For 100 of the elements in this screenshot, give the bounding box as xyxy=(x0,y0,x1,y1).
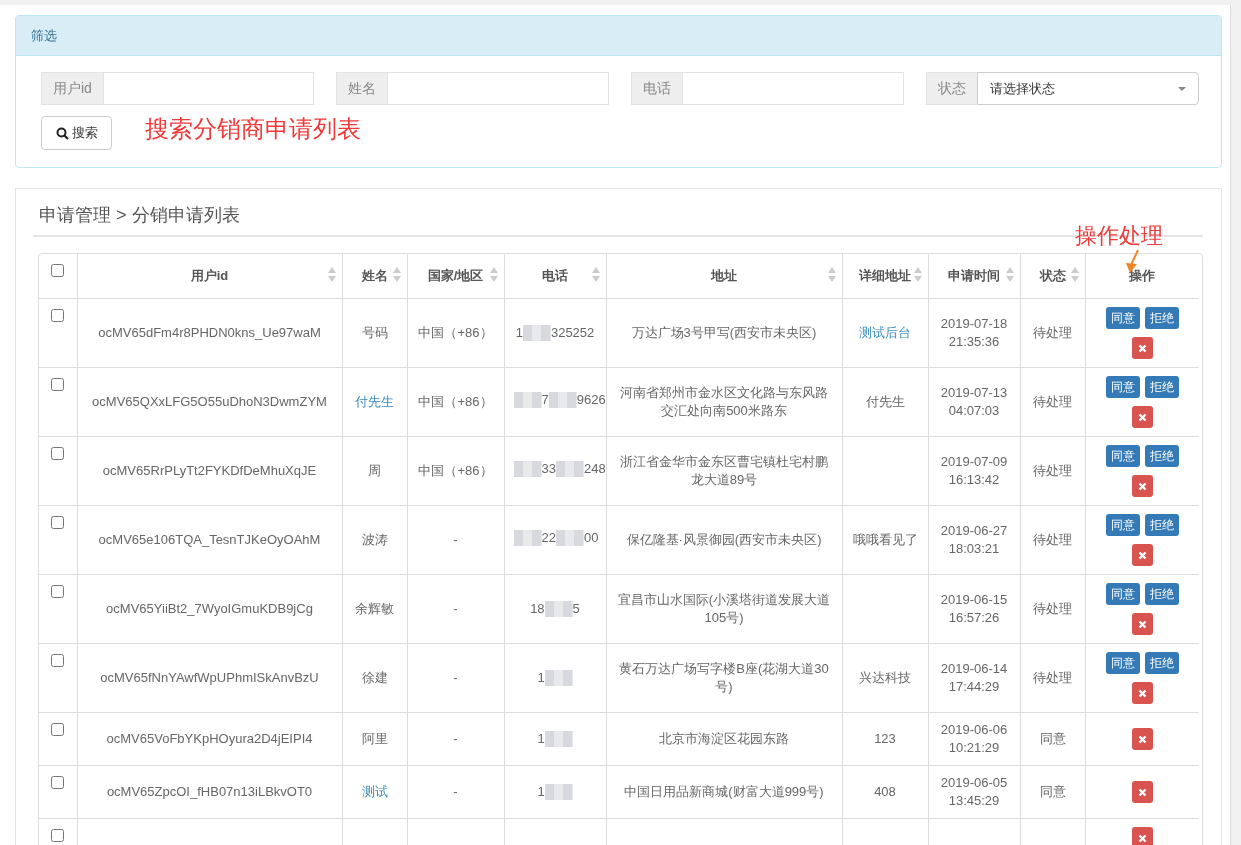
input-field[interactable] xyxy=(682,72,904,105)
row-checkbox[interactable] xyxy=(51,516,65,529)
reject-button[interactable]: 拒绝 xyxy=(1144,445,1179,467)
row-checkbox[interactable] xyxy=(51,378,65,391)
field-label: 姓名 xyxy=(336,72,387,105)
user-id-text: ocMV65ZpcOI_fHB07n13iLBkvOT0 xyxy=(106,784,313,799)
region-text: - xyxy=(453,601,458,616)
row-checkbox[interactable] xyxy=(51,309,65,322)
close-icon xyxy=(1137,734,1147,744)
detail-address-link[interactable]: 测试后台 xyxy=(859,325,911,340)
region-text: 中国（+86） xyxy=(418,394,493,409)
agree-button[interactable]: 同意 xyxy=(1105,583,1140,605)
status-text: 同意 xyxy=(1039,784,1066,799)
delete-button[interactable] xyxy=(1131,475,1153,497)
reject-button[interactable]: 拒绝 xyxy=(1144,376,1179,398)
column-header[interactable]: 详细地址 xyxy=(842,254,928,299)
close-icon xyxy=(1137,619,1147,629)
delete-button[interactable] xyxy=(1131,544,1153,566)
field-label: 用户id xyxy=(41,72,103,105)
column-header[interactable]: 电话 xyxy=(504,254,606,299)
name-text: 阿里 xyxy=(361,731,388,746)
row-checkbox[interactable] xyxy=(51,776,65,789)
delete-button[interactable] xyxy=(1131,728,1153,750)
column-header[interactable]: 地址 xyxy=(606,254,842,299)
column-header[interactable]: 状态 xyxy=(1020,254,1085,299)
address-text: 万达广场3号甲写(西安市未央区) xyxy=(631,325,817,340)
name-link[interactable]: 付先生 xyxy=(355,394,394,409)
column-header[interactable]: 国家/地区 xyxy=(407,254,504,299)
blur-mask xyxy=(544,670,573,686)
reject-button[interactable]: 拒绝 xyxy=(1144,514,1179,536)
select-field[interactable]: 请选择状态 xyxy=(977,72,1199,105)
status-text: 待处理 xyxy=(1033,325,1072,340)
close-icon xyxy=(1137,688,1147,698)
agree-button[interactable]: 同意 xyxy=(1105,445,1140,467)
row-checkbox[interactable] xyxy=(51,829,65,842)
input-field[interactable] xyxy=(102,72,314,105)
phone-text: 325252 xyxy=(550,324,595,342)
time-text: 2019-06-14 17:44:29 xyxy=(940,661,1008,694)
agree-button[interactable]: 同意 xyxy=(1105,514,1140,536)
time-text: 2019-06-05 13:45:29 xyxy=(940,775,1008,808)
reject-button[interactable]: 拒绝 xyxy=(1144,583,1179,605)
phone-text: 1 xyxy=(537,783,545,801)
address-text: 浙江省金华市金东区曹宅镇杜宅村鹏龙大道89号 xyxy=(620,454,828,487)
region-text: - xyxy=(453,731,458,746)
blur-mask xyxy=(548,392,577,408)
agree-button[interactable]: 同意 xyxy=(1105,307,1140,329)
close-icon xyxy=(1137,833,1147,843)
blur-mask xyxy=(513,461,542,477)
delete-button[interactable] xyxy=(1131,827,1153,845)
region-text: 中国（+86） xyxy=(418,325,493,340)
region-text: - xyxy=(453,784,458,799)
blur-mask xyxy=(513,530,542,546)
reject-button[interactable]: 拒绝 xyxy=(1144,307,1179,329)
delete-button[interactable] xyxy=(1131,682,1153,704)
delete-button[interactable] xyxy=(1131,337,1153,359)
name-text: 波涛 xyxy=(361,532,388,547)
time-text: 2019-07-18 21:35:36 xyxy=(940,316,1008,349)
address-text: 北京市海淀区花园东路 xyxy=(659,731,789,746)
delete-button[interactable] xyxy=(1131,406,1153,428)
delete-button[interactable] xyxy=(1131,613,1153,635)
close-icon xyxy=(1137,343,1147,353)
region-text: - xyxy=(453,670,458,685)
name-link[interactable]: 测试 xyxy=(361,784,388,799)
row-checkbox[interactable] xyxy=(51,654,65,667)
row-checkbox[interactable] xyxy=(51,447,65,460)
column-header[interactable]: 申请时间 xyxy=(928,254,1020,299)
row-checkbox[interactable] xyxy=(51,723,65,736)
address-text: 黄石万达广场写字楼B座(花湖大道30号) xyxy=(619,661,829,694)
input-field[interactable] xyxy=(387,72,609,105)
user-id-text: ocMV65dFm4r8PHDN0kns_Ue97waM xyxy=(98,325,321,340)
time-text: 2019-07-13 04:07:03 xyxy=(940,385,1008,418)
search-icon xyxy=(55,126,69,140)
region-text: 中国（+86） xyxy=(418,463,493,478)
phone-text: 5 xyxy=(572,600,580,618)
close-icon xyxy=(1137,481,1147,491)
address-text: 中国日用品新商城(财富大道999号) xyxy=(624,784,824,799)
status-text: 待处理 xyxy=(1033,463,1072,478)
reject-button[interactable]: 拒绝 xyxy=(1144,652,1179,674)
address-text: 宜昌市山水国际(小溪塔街道发展大道105号) xyxy=(617,592,831,625)
name-text: 徐建 xyxy=(361,670,388,685)
close-icon xyxy=(1137,412,1147,422)
detail-address-text: 付先生 xyxy=(865,394,905,409)
phone-text: 1 xyxy=(515,324,523,342)
delete-button[interactable] xyxy=(1131,781,1153,803)
blur-mask xyxy=(544,731,573,747)
column-header[interactable]: 姓名 xyxy=(342,254,407,299)
blur-mask xyxy=(555,530,584,546)
search-button[interactable]: 搜索 xyxy=(41,116,112,150)
blur-mask xyxy=(513,392,542,408)
status-text: 同意 xyxy=(1039,731,1066,746)
row-checkbox[interactable] xyxy=(51,585,65,598)
agree-button[interactable]: 同意 xyxy=(1105,376,1140,398)
blur-mask xyxy=(555,461,584,477)
name-text: 周 xyxy=(368,463,381,478)
agree-button[interactable]: 同意 xyxy=(1105,652,1140,674)
panel-title: 筛选 xyxy=(16,16,1221,56)
select-all-checkbox[interactable] xyxy=(51,264,65,277)
address-text: 保亿隆基·风景御园(西安市未央区) xyxy=(626,532,822,547)
close-icon xyxy=(1137,550,1147,560)
column-header[interactable]: 用户id xyxy=(77,254,342,299)
